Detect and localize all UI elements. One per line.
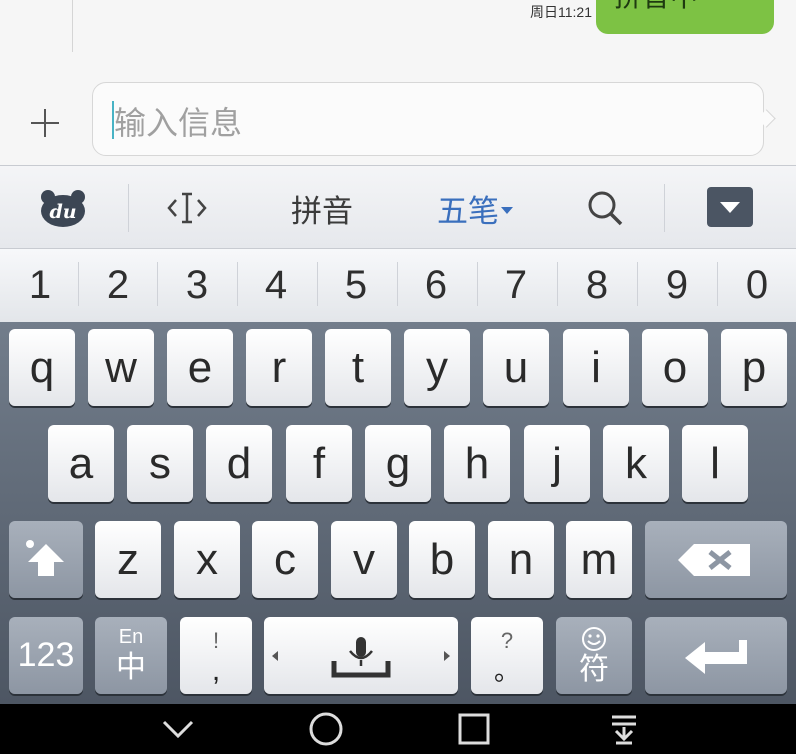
key-x[interactable]: x: [174, 521, 240, 598]
number-divider: [557, 262, 558, 306]
key-2[interactable]: 2: [78, 249, 158, 322]
backspace-key[interactable]: [645, 521, 787, 598]
key-5[interactable]: 5: [316, 249, 396, 322]
key-g[interactable]: g: [365, 425, 431, 502]
key-3[interactable]: 3: [157, 249, 237, 322]
key-j[interactable]: j: [524, 425, 590, 502]
message-time: 周日11:21: [530, 4, 592, 20]
key-4[interactable]: 4: [236, 249, 316, 322]
key-t[interactable]: t: [325, 329, 391, 406]
symbol-key[interactable]: 符: [556, 617, 632, 694]
key-w[interactable]: w: [88, 329, 154, 406]
ime-toolbar: 拼音 五笔: [0, 165, 796, 249]
key-p[interactable]: p: [721, 329, 787, 406]
key-z[interactable]: z: [95, 521, 161, 598]
key-y[interactable]: y: [404, 329, 470, 406]
lang-en-label: En: [118, 625, 144, 648]
backspace-icon: [678, 543, 750, 576]
space-key[interactable]: [264, 617, 458, 694]
key-0[interactable]: 0: [717, 249, 796, 322]
microphone-icon: [272, 637, 450, 678]
add-attachment-icon[interactable]: [28, 106, 62, 140]
number-divider: [717, 262, 718, 306]
input-placeholder: 输入信息: [114, 105, 243, 141]
mode-wubi[interactable]: 五笔: [420, 166, 530, 250]
number-divider: [637, 262, 638, 306]
navigation-bar: [0, 704, 796, 754]
key-e[interactable]: e: [167, 329, 233, 406]
toolbar-divider: [664, 184, 665, 232]
key-d[interactable]: d: [206, 425, 272, 502]
key-i[interactable]: i: [563, 329, 629, 406]
key-f[interactable]: f: [286, 425, 352, 502]
search-icon[interactable]: [580, 166, 630, 250]
home-icon[interactable]: [298, 704, 354, 754]
key-l[interactable]: l: [682, 425, 748, 502]
enter-key[interactable]: [645, 617, 787, 694]
notification-menu-icon[interactable]: [596, 704, 652, 754]
divider: [72, 0, 73, 52]
shift-icon: [26, 539, 64, 576]
message-bubble[interactable]: 拼音中: [596, 0, 774, 34]
emoji-icon: [582, 626, 606, 651]
comma-label: ,: [211, 653, 221, 687]
key-a[interactable]: a: [48, 425, 114, 502]
key-n[interactable]: n: [488, 521, 554, 598]
logo-text: du: [49, 201, 76, 223]
key-v[interactable]: v: [331, 521, 397, 598]
hide-keyboard-icon[interactable]: [707, 187, 753, 227]
period-key[interactable]: ? 。: [471, 617, 543, 694]
cursor-move-icon[interactable]: [160, 166, 214, 250]
key-u[interactable]: u: [483, 329, 549, 406]
number-divider: [78, 262, 79, 306]
question-label: ?: [500, 627, 514, 653]
exclaim-label: !: [212, 627, 220, 653]
key-1[interactable]: 1: [0, 249, 80, 322]
lang-zh-label: 中: [116, 650, 146, 684]
shift-key[interactable]: [9, 521, 83, 598]
comma-key[interactable]: ! ,: [180, 617, 252, 694]
key-6[interactable]: 6: [396, 249, 476, 322]
baidu-logo-icon[interactable]: du: [40, 188, 86, 228]
chevron-down-icon: [501, 206, 513, 214]
number-divider: [317, 262, 318, 306]
key-s[interactable]: s: [127, 425, 193, 502]
recent-apps-icon[interactable]: [446, 704, 502, 754]
key-h[interactable]: h: [444, 425, 510, 502]
key-o[interactable]: o: [642, 329, 708, 406]
number-divider: [477, 262, 478, 306]
period-label: 。: [493, 655, 520, 686]
key-m[interactable]: m: [566, 521, 632, 598]
number-mode-key[interactable]: 123: [9, 617, 83, 694]
key-9[interactable]: 9: [637, 249, 717, 322]
number-divider: [157, 262, 158, 306]
number-divider: [397, 262, 398, 306]
number-divider: [237, 262, 238, 306]
key-b[interactable]: b: [409, 521, 475, 598]
chevron-down-icon[interactable]: [150, 704, 206, 754]
mode-wubi-label: 五笔: [437, 193, 499, 229]
toolbar-divider: [128, 184, 129, 232]
key-r[interactable]: r: [246, 329, 312, 406]
key-c[interactable]: c: [252, 521, 318, 598]
mode-pinyin[interactable]: 拼音: [270, 166, 374, 250]
key-7[interactable]: 7: [476, 249, 556, 322]
key-q[interactable]: q: [9, 329, 75, 406]
key-8[interactable]: 8: [557, 249, 637, 322]
enter-icon: [685, 639, 747, 674]
symbol-label: 符: [579, 652, 609, 686]
language-switch-key[interactable]: En 中: [95, 617, 167, 694]
key-k[interactable]: k: [603, 425, 669, 502]
